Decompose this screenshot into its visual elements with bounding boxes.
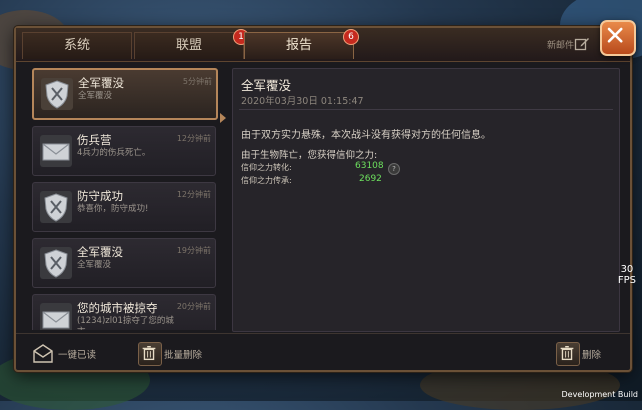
report-time: 12分钟前 xyxy=(176,134,211,143)
shield-icon xyxy=(40,191,72,223)
dev-build-label: Development Build xyxy=(561,390,638,399)
report-summary: 恭喜你，防守成功! xyxy=(77,204,149,214)
envelope-icon xyxy=(40,303,72,330)
batch-delete-label: 批量删除 xyxy=(164,350,203,361)
delete-label: 删除 xyxy=(582,350,602,361)
mark-all-read-label: 一键已读 xyxy=(58,350,97,361)
report-item[interactable]: 全军覆没 5分钟前 全军覆没 xyxy=(32,68,218,120)
report-title: 伤兵营 xyxy=(77,133,112,147)
report-item[interactable]: 您的城市被掠夺 20分钟前 (1234)zl01掠夺了您的城市 xyxy=(32,294,216,330)
shield-icon xyxy=(41,78,73,110)
action-bar: 一键已读 批量删除 删除 xyxy=(16,333,630,370)
compose-icon[interactable] xyxy=(574,36,590,52)
report-title: 全军覆没 xyxy=(77,245,123,259)
trash-icon xyxy=(138,342,162,366)
mail-panel: 系统 联盟 1 报告 6 新邮件 全军覆没 5分钟前 全军覆没 伤兵营 12分钟… xyxy=(14,20,636,372)
faith-inherit-value: 2692 xyxy=(359,174,382,184)
trash-icon xyxy=(556,342,580,366)
help-icon[interactable]: ? xyxy=(388,163,400,175)
tab-system[interactable]: 系统 xyxy=(22,32,132,59)
close-button[interactable] xyxy=(600,20,636,56)
tab-label: 联盟 xyxy=(175,38,202,53)
report-summary: 4兵力的伤兵死亡。 xyxy=(77,148,151,158)
open-envelope-icon xyxy=(33,344,53,363)
faith-inherit-label: 信仰之力传承: xyxy=(241,176,292,185)
new-mail-label[interactable]: 新邮件 xyxy=(547,38,574,51)
report-list[interactable]: 全军覆没 5分钟前 全军覆没 伤兵营 12分钟前 4兵力的伤兵死亡。 防守成功 … xyxy=(32,68,218,330)
report-time: 5分钟前 xyxy=(182,77,212,86)
detail-title: 全军覆没 xyxy=(241,78,292,93)
tab-bar: 系统 联盟 1 报告 6 新邮件 xyxy=(16,28,630,62)
report-detail: 全军覆没 2020年03月30日 01:15:47 由于双方实力悬殊，本次战斗没… xyxy=(232,68,620,332)
envelope-icon xyxy=(40,135,72,167)
fps-counter: 30 FPS xyxy=(618,264,636,286)
shield-icon xyxy=(40,247,72,279)
tab-reports[interactable]: 报告 6 xyxy=(244,29,359,59)
report-summary: (1234)zl01掠夺了您的城市 xyxy=(77,316,174,330)
report-item[interactable]: 防守成功 12分钟前 恭喜你，防守成功! xyxy=(32,182,216,232)
report-summary: 全军覆没 xyxy=(77,260,112,270)
report-time: 12分钟前 xyxy=(176,190,211,199)
faith-convert-label: 信仰之力转化: xyxy=(241,163,292,172)
report-title: 防守成功 xyxy=(77,189,123,203)
detail-date: 2020年03月30日 01:15:47 xyxy=(241,96,364,107)
selection-arrow-icon xyxy=(220,113,226,123)
report-title: 全军覆没 xyxy=(78,76,124,90)
tab-label: 报告 xyxy=(285,38,312,53)
fps-unit: FPS xyxy=(617,275,636,286)
divider xyxy=(239,109,613,110)
detail-message: 由于双方实力悬殊，本次战斗没有获得对方的任何信息。 xyxy=(241,130,491,141)
fps-value: 30 xyxy=(620,264,634,275)
report-item[interactable]: 全军覆没 19分钟前 全军覆没 xyxy=(32,238,216,288)
report-time: 20分钟前 xyxy=(176,302,211,311)
report-summary: 全军覆没 xyxy=(78,91,113,101)
close-icon xyxy=(607,27,623,43)
report-title: 您的城市被掠夺 xyxy=(77,301,158,315)
tab-label: 系统 xyxy=(63,38,90,53)
faith-summary: 由于生物阵亡，您获得信仰之力: xyxy=(241,150,378,161)
unread-badge: 6 xyxy=(343,29,359,45)
tab-alliance[interactable]: 联盟 1 xyxy=(134,29,249,59)
report-time: 19分钟前 xyxy=(176,246,211,255)
faith-convert-value: 63108 xyxy=(355,161,384,171)
report-item[interactable]: 伤兵营 12分钟前 4兵力的伤兵死亡。 xyxy=(32,126,216,176)
